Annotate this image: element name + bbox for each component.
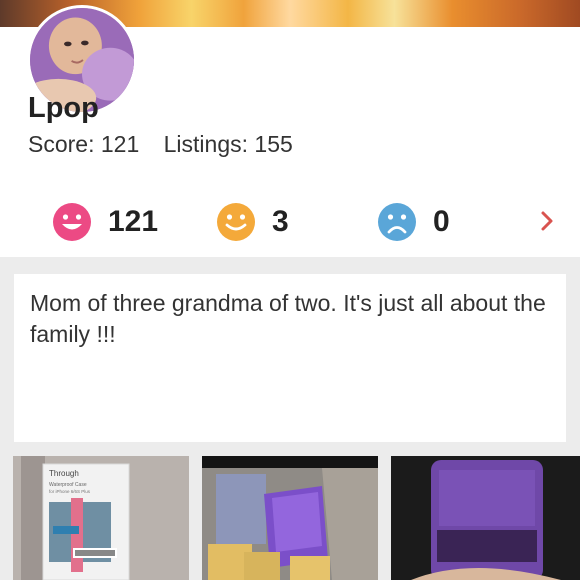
negative-count: 0 (433, 205, 450, 238)
score-label: Score: 121 (28, 131, 140, 157)
bio-text: Mom of three grandma of two. It's just a… (30, 290, 546, 347)
profile-header: Lpop Score: 121 Listings: 155 121 3 0 (0, 5, 580, 257)
positive-count: 121 (108, 205, 159, 238)
case-line2-text: for iPhone 6/6S Plus (49, 489, 91, 494)
smile-face-icon (217, 203, 255, 241)
chevron-right-icon[interactable] (534, 206, 560, 236)
profile-stats: Score: 121 Listings: 155 (28, 131, 311, 158)
neutral-count: 3 (272, 205, 289, 238)
listing-tile[interactable] (391, 456, 580, 580)
listing-tile[interactable] (202, 456, 378, 580)
phone-case-image: Through Waterproof Case for iPhone 6/6S … (13, 456, 189, 580)
listings-label[interactable]: Listings: 155 (164, 131, 293, 157)
bio-card: Mom of three grandma of two. It's just a… (14, 274, 566, 442)
listings-grid: Through Waterproof Case for iPhone 6/6S … (0, 456, 580, 580)
positive-rating: 121 (52, 198, 158, 246)
case-brand-text: Through (49, 469, 79, 478)
listing-tile[interactable]: Through Waterproof Case for iPhone 6/6S … (13, 456, 189, 580)
sad-face-icon (378, 203, 416, 241)
ratings-row[interactable]: 121 3 0 (0, 198, 580, 246)
username: Lpop (28, 92, 99, 124)
case-line1-text: Waterproof Case (49, 482, 87, 488)
negative-rating: 0 (377, 198, 450, 246)
happy-face-icon (53, 203, 91, 241)
mailer-bags-image (202, 456, 378, 580)
neutral-rating: 3 (216, 198, 289, 246)
fitness-band-image (391, 456, 580, 580)
